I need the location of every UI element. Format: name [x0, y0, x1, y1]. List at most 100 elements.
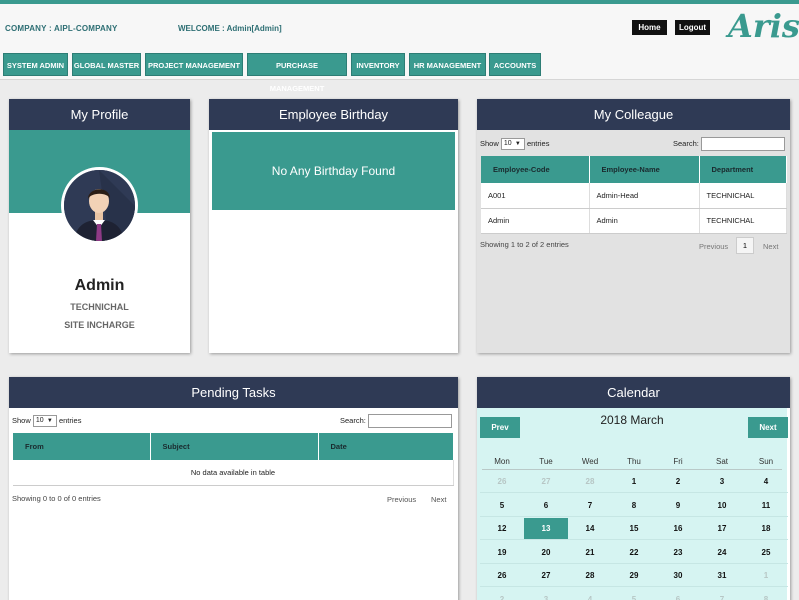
calendar-day[interactable]: 29: [612, 565, 656, 587]
colleague-panel: My Colleague Show 10 ▼ entries Search: Em…: [477, 99, 790, 353]
calendar-day[interactable]: 4: [744, 471, 788, 493]
birthday-title: Employee Birthday: [209, 99, 458, 130]
arise-logo: Arise: [728, 7, 799, 45]
calendar-day[interactable]: 25: [744, 542, 788, 564]
tasks-search: Search:: [340, 414, 452, 428]
calendar-day[interactable]: 7: [568, 495, 612, 517]
chevron-down-icon: ▼: [46, 418, 53, 424]
entries-select-value: 10: [35, 417, 44, 424]
calendar-day[interactable]: 6: [524, 495, 568, 517]
colleague-search-input[interactable]: [700, 137, 785, 151]
calendar-day[interactable]: 24: [700, 542, 744, 564]
calendar-day[interactable]: 8: [612, 495, 656, 517]
nav-accounts[interactable]: ACCOUNTS: [489, 53, 541, 76]
col-from[interactable]: From: [13, 433, 151, 460]
weekday-thu: Thu: [627, 457, 641, 466]
table-row: No data available in table: [13, 460, 454, 486]
weekday-mon: Mon: [494, 457, 510, 466]
colleague-length-control: Show 10 ▼ entries: [480, 138, 549, 150]
calendar-day[interactable]: 3: [700, 471, 744, 493]
tasks-previous[interactable]: Previous: [387, 495, 416, 504]
calendar-day[interactable]: 26: [480, 471, 524, 493]
col-date[interactable]: Date: [318, 433, 454, 460]
cell-code: Admin: [481, 208, 590, 234]
calendar-day[interactable]: 6: [656, 589, 700, 600]
calendar-day[interactable]: 18: [744, 518, 788, 540]
calendar-day[interactable]: 27: [524, 471, 568, 493]
entries-select[interactable]: 10 ▼: [500, 138, 525, 150]
nav-purchase-management[interactable]: PURCHASE MANAGEMENT: [247, 53, 347, 93]
calendar-day[interactable]: 4: [568, 589, 612, 600]
calendar-day[interactable]: 28: [568, 471, 612, 493]
col-subject[interactable]: Subject: [150, 433, 319, 460]
weekday-tue: Tue: [539, 457, 553, 466]
cell-name: Admin: [589, 208, 700, 234]
home-button[interactable]: Home: [632, 20, 667, 35]
tasks-panel: Pending Tasks Show 10 ▼ entries Search: F…: [9, 377, 458, 600]
welcome-label: WELCOME : Admin[Admin]: [178, 24, 282, 33]
company-label: COMPANY : AIPL-COMPANY: [5, 24, 118, 33]
calendar-day[interactable]: 2: [656, 471, 700, 493]
calendar-divider: [482, 469, 782, 470]
weekday-sat: Sat: [715, 457, 728, 466]
calendar-day[interactable]: 30: [656, 565, 700, 587]
calendar-day[interactable]: 1: [612, 471, 656, 493]
nav-project-management[interactable]: PROJECT MANAGEMENT: [145, 53, 243, 76]
weekday-wed: Wed: [581, 457, 599, 466]
profile-name: Admin: [74, 277, 125, 294]
calendar-day[interactable]: 7: [700, 589, 744, 600]
colleague-next[interactable]: Next: [763, 242, 778, 251]
calendar-day[interactable]: 22: [612, 542, 656, 564]
search-label: Search:: [673, 138, 699, 148]
nav-global-master[interactable]: GLOBAL MASTER: [72, 53, 141, 76]
col-department[interactable]: Department: [699, 156, 787, 183]
colleague-previous[interactable]: Previous: [699, 242, 728, 251]
calendar-day[interactable]: 8: [744, 589, 788, 600]
weekday-fri: Fri: [673, 457, 683, 466]
colleague-info: Showing 1 to 2 of 2 entries: [480, 240, 569, 249]
calendar-day[interactable]: 19: [480, 542, 524, 564]
colleague-title: My Colleague: [477, 99, 790, 130]
tasks-length-control: Show 10 ▼ entries: [12, 415, 81, 427]
calendar-day[interactable]: 1: [744, 565, 788, 587]
calendar-next-button[interactable]: Next: [748, 417, 788, 438]
calendar-day[interactable]: 17: [700, 518, 744, 540]
calendar-day[interactable]: 5: [480, 495, 524, 517]
entries-select[interactable]: 10 ▼: [32, 415, 57, 427]
col-employee-code[interactable]: Employee-Code: [481, 156, 590, 183]
calendar-day[interactable]: 13: [524, 518, 568, 540]
header: COMPANY : AIPL-COMPANY WELCOME : Admin[A…: [0, 4, 799, 93]
entries-label: entries: [58, 415, 82, 425]
tasks-info: Showing 0 to 0 of 0 entries: [12, 494, 101, 503]
colleague-table: Employee-Code Employee-Name Department A…: [481, 156, 787, 234]
calendar-day[interactable]: 2: [480, 589, 524, 600]
entries-select-value: 10: [503, 140, 512, 147]
calendar-day[interactable]: 28: [568, 565, 612, 587]
show-label: Show: [480, 138, 499, 148]
tasks-search-input[interactable]: [367, 414, 452, 428]
calendar-day[interactable]: 31: [700, 565, 744, 587]
colleague-page-1[interactable]: 1: [736, 237, 754, 254]
nav-inventory[interactable]: INVENTORY: [351, 53, 405, 76]
calendar-day[interactable]: 5: [612, 589, 656, 600]
calendar-day[interactable]: 20: [524, 542, 568, 564]
logout-button[interactable]: Logout: [675, 20, 710, 35]
calendar-day[interactable]: 14: [568, 518, 612, 540]
calendar-day[interactable]: 23: [656, 542, 700, 564]
cell-code: A001: [481, 183, 590, 209]
tasks-next[interactable]: Next: [431, 495, 446, 504]
nav-system-admin[interactable]: SYSTEM ADMIN: [3, 53, 68, 76]
calendar-day[interactable]: 12: [480, 518, 524, 540]
calendar-day[interactable]: 15: [612, 518, 656, 540]
calendar-day[interactable]: 11: [744, 495, 788, 517]
calendar-day[interactable]: 21: [568, 542, 612, 564]
table-row: A001 Admin-Head TECHNICHAL: [481, 183, 787, 209]
calendar-day[interactable]: 27: [524, 565, 568, 587]
calendar-day[interactable]: 16: [656, 518, 700, 540]
col-employee-name[interactable]: Employee-Name: [589, 156, 700, 183]
calendar-day[interactable]: 10: [700, 495, 744, 517]
calendar-day[interactable]: 3: [524, 589, 568, 600]
calendar-day[interactable]: 26: [480, 565, 524, 587]
calendar-day[interactable]: 9: [656, 495, 700, 517]
nav-hr-management[interactable]: HR MANAGEMENT: [409, 53, 486, 76]
